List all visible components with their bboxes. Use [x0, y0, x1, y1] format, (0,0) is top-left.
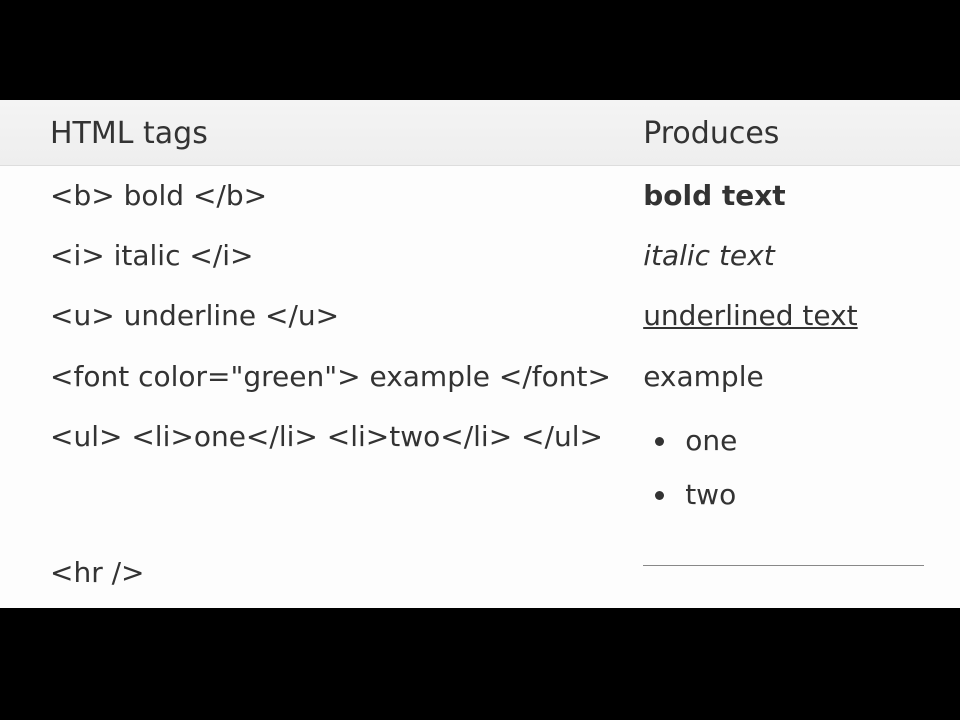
slide-content: HTML tags Produces <b> bold </b> bold te… — [0, 100, 960, 608]
sample-list: one two — [679, 421, 924, 529]
hr-icon — [643, 565, 924, 566]
header-produces: Produces — [643, 100, 960, 166]
table-row: <hr /> — [0, 543, 960, 603]
code-list: <ul> <li>one</li> <li>two</li> </ul> — [0, 407, 643, 543]
output-underline: underlined text — [643, 286, 960, 346]
table-row: <b> bold </b> bold text — [0, 166, 960, 227]
code-italic: <i> italic </i> — [0, 226, 643, 286]
header-html-tags: HTML tags — [0, 100, 643, 166]
output-italic: italic text — [643, 226, 960, 286]
output-font-color: example — [643, 347, 960, 407]
table-header-row: HTML tags Produces — [0, 100, 960, 166]
html-tags-table: HTML tags Produces <b> bold </b> bold te… — [0, 100, 960, 603]
code-underline: <u> underline </u> — [0, 286, 643, 346]
list-item: two — [679, 475, 924, 529]
list-item: one — [679, 421, 924, 475]
code-bold: <b> bold </b> — [0, 166, 643, 227]
table-row: <font color="green"> example </font> exa… — [0, 347, 960, 407]
output-hr — [643, 543, 960, 603]
output-list: one two — [643, 407, 960, 543]
output-bold: bold text — [643, 166, 960, 227]
code-font-color: <font color="green"> example </font> — [0, 347, 643, 407]
table-row: <ul> <li>one</li> <li>two</li> </ul> one… — [0, 407, 960, 543]
table-row: <u> underline </u> underlined text — [0, 286, 960, 346]
code-hr: <hr /> — [0, 543, 643, 603]
table-row: <i> italic </i> italic text — [0, 226, 960, 286]
